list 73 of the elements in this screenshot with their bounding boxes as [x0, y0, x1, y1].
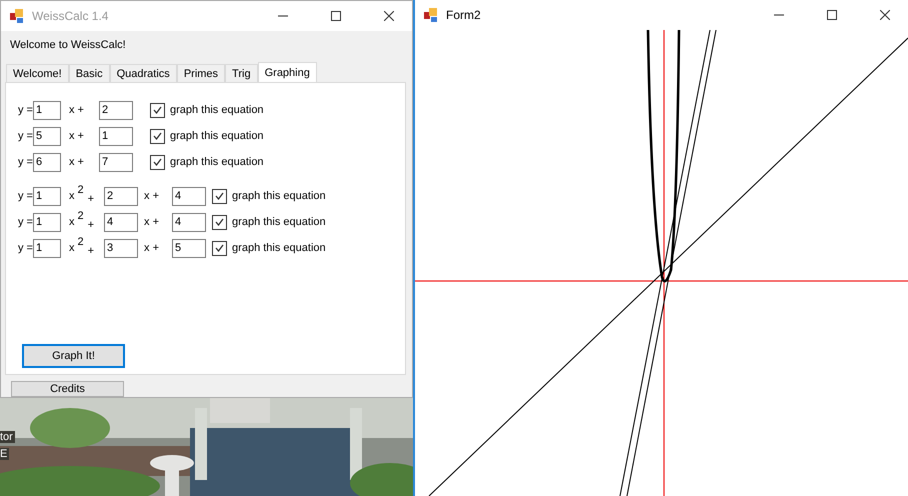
input-field[interactable]: 2 — [104, 186, 138, 206]
checkbox[interactable] — [212, 188, 228, 204]
checkbox[interactable] — [150, 102, 165, 118]
input-field[interactable]: 1 — [98, 126, 133, 146]
checkbox-label[interactable]: graph this equation — [232, 190, 326, 202]
input-field[interactable]: 1 — [32, 100, 61, 120]
input-field[interactable]: 4 — [172, 212, 206, 232]
tab[interactable]: Graphing — [258, 62, 317, 82]
window-title: Form2 — [446, 8, 482, 22]
input-field[interactable]: 4 — [172, 186, 206, 206]
checkmark-icon — [215, 192, 224, 200]
equation-label: + — [88, 219, 94, 231]
window-title: WeissCalc 1.4 — [32, 9, 110, 23]
equation-label: x + — [68, 156, 85, 168]
equation-label: x + — [68, 130, 85, 142]
desktop-icon-label[interactable]: tor — [0, 431, 15, 443]
equation-label: x + — [143, 242, 160, 254]
close-icon[interactable] — [880, 10, 890, 20]
input-field[interactable]: 5 — [172, 238, 206, 258]
maximize-icon[interactable] — [331, 11, 341, 21]
equation-label: + — [88, 193, 94, 205]
tab[interactable]: Primes — [176, 64, 226, 82]
checkmark-icon — [152, 106, 162, 114]
equation-label: y = — [18, 130, 33, 142]
input-field[interactable]: 1 — [32, 238, 61, 258]
tab[interactable]: Basic — [68, 64, 110, 82]
checkbox-label[interactable]: graph this equation — [232, 242, 326, 254]
checkbox-label[interactable]: graph this equation — [170, 156, 264, 168]
input-field[interactable]: 4 — [104, 212, 138, 232]
tab[interactable]: Trig — [225, 64, 258, 82]
checkbox[interactable] — [212, 214, 228, 230]
checkbox[interactable] — [150, 154, 165, 170]
tab[interactable]: Quadratics — [110, 64, 177, 82]
credits-button[interactable]: Credits — [11, 381, 124, 397]
input-field[interactable]: 2 — [98, 100, 133, 120]
tab[interactable]: Welcome! — [6, 64, 69, 82]
input-field[interactable]: 7 — [98, 152, 133, 172]
checkbox-label[interactable]: graph this equation — [232, 216, 326, 228]
equation-label: y = — [18, 216, 33, 228]
close-icon[interactable] — [384, 11, 394, 21]
equation-label: y = — [18, 242, 33, 254]
window-icon — [423, 7, 439, 23]
checkbox-label[interactable]: graph this equation — [170, 130, 264, 142]
equation-label: y = — [18, 104, 33, 116]
equation-label: x + — [143, 190, 160, 202]
input-field[interactable]: 3 — [104, 238, 138, 258]
equation-label: x — [68, 190, 74, 202]
checkmark-icon — [152, 158, 162, 166]
desktop-icon-label[interactable]: E — [0, 448, 10, 460]
input-field[interactable]: 6 — [32, 152, 61, 172]
checkmark-icon — [215, 218, 224, 226]
input-field[interactable]: 1 — [32, 186, 61, 206]
input-field[interactable]: 5 — [32, 126, 61, 146]
checkbox[interactable] — [212, 240, 228, 256]
graph-button[interactable]: Graph It! — [22, 344, 125, 368]
exponent-label: 2 — [77, 184, 84, 196]
input-field[interactable]: 1 — [32, 212, 61, 232]
exponent-label: 2 — [77, 210, 84, 222]
equation-label: y = — [18, 156, 33, 168]
checkbox[interactable] — [150, 128, 165, 144]
window-icon — [9, 8, 25, 24]
exponent-label: 2 — [77, 236, 84, 248]
welcome-label: Welcome to WeissCalc! — [10, 39, 127, 51]
equation-label: x — [68, 242, 74, 254]
checkbox-label[interactable]: graph this equation — [170, 104, 264, 116]
equation-label: x + — [68, 104, 85, 116]
equation-label: x + — [143, 216, 160, 228]
equation-label: y = — [18, 190, 33, 202]
equation-label: + — [88, 245, 94, 257]
checkmark-icon — [152, 132, 162, 140]
maximize-icon[interactable] — [827, 10, 837, 20]
checkmark-icon — [215, 244, 224, 252]
equation-label: x — [68, 216, 74, 228]
